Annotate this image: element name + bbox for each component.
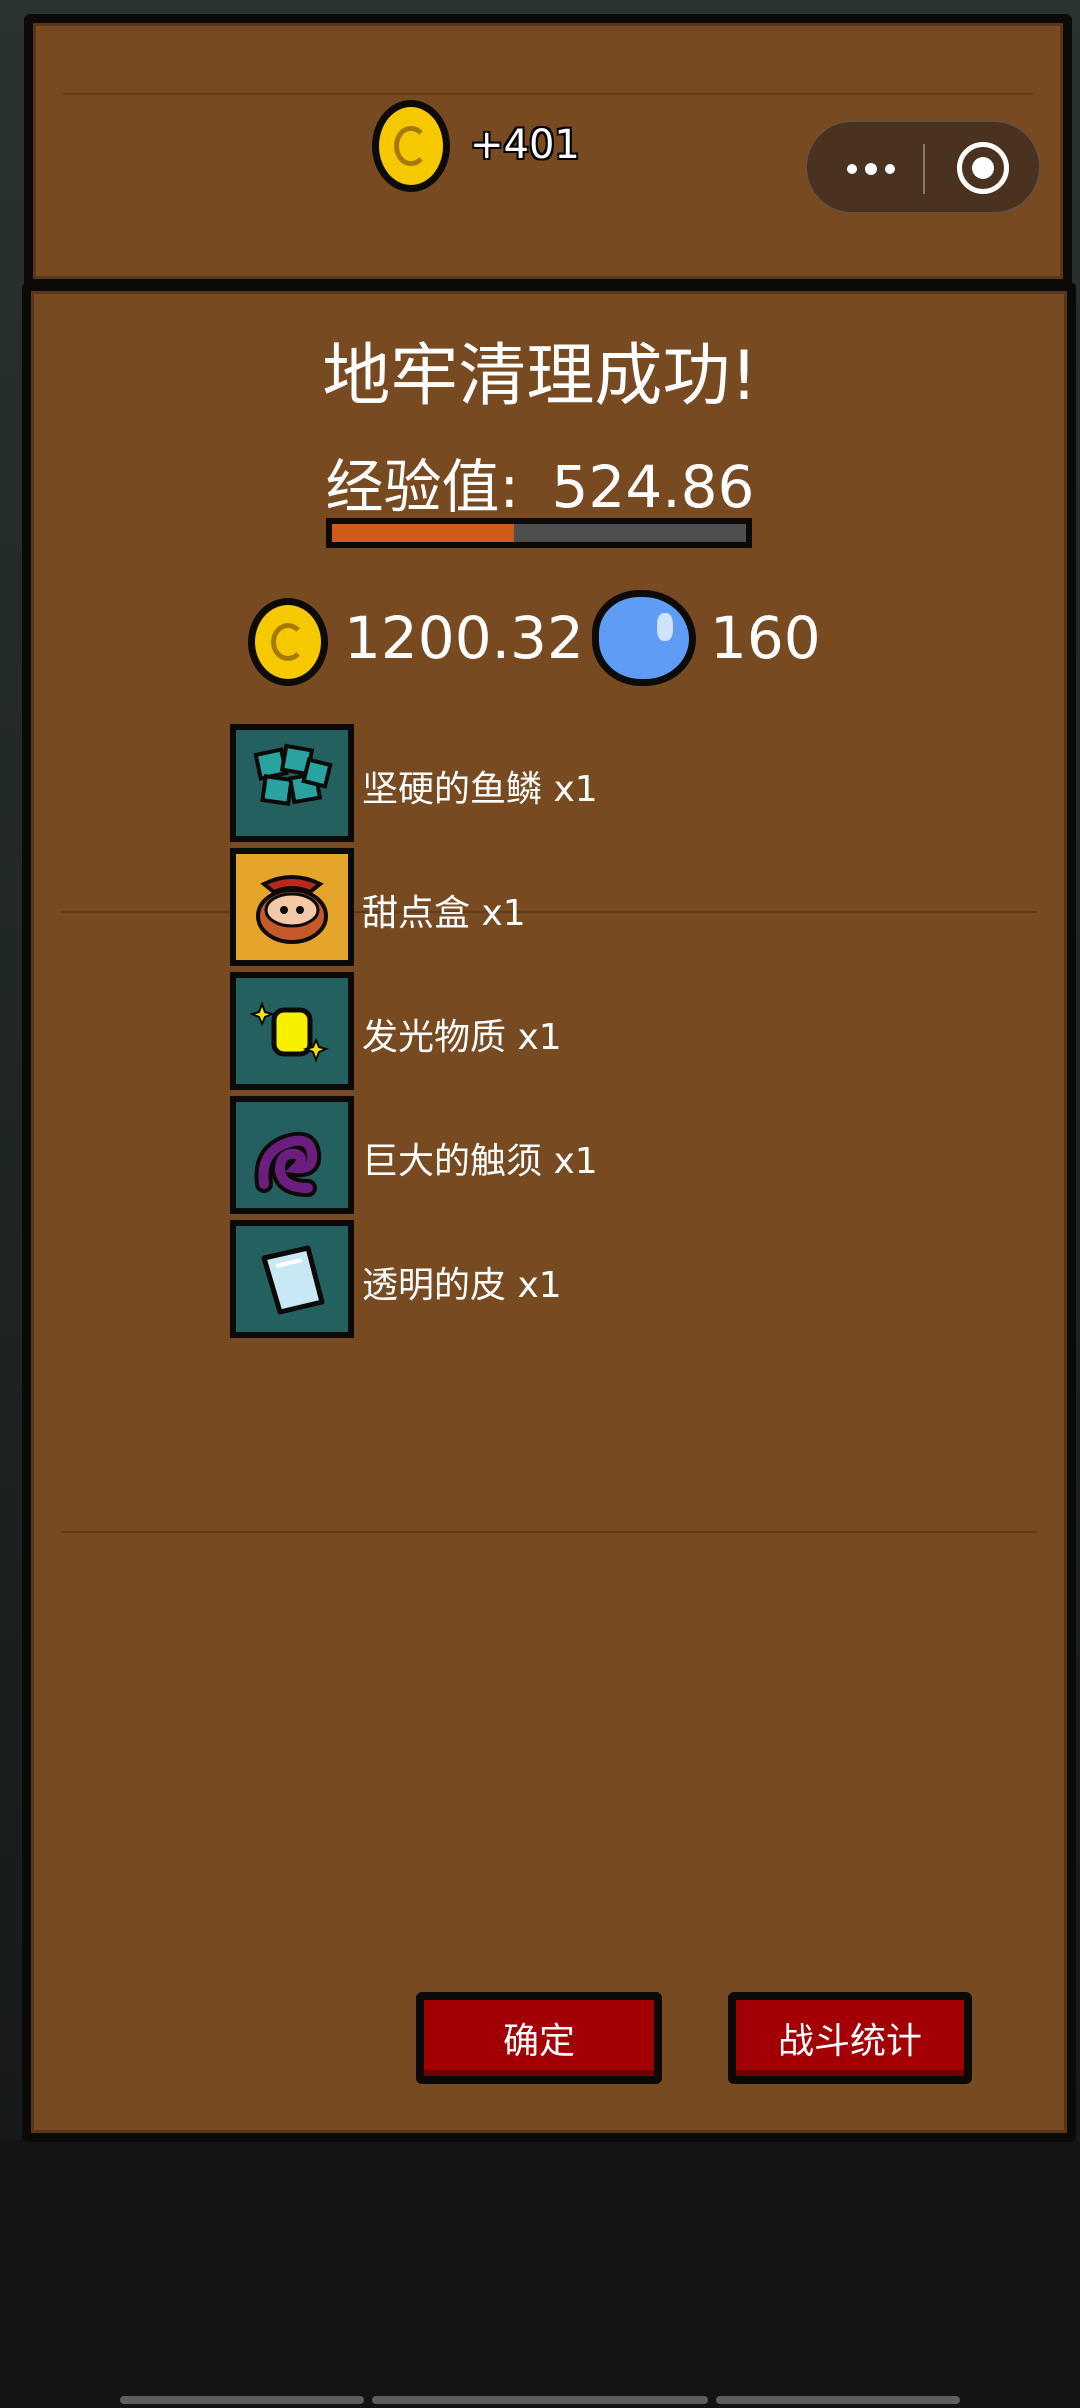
exp-progress-bar [326,518,752,548]
item-slot [230,724,354,842]
capsule-divider [923,144,925,194]
coin-icon [372,100,450,192]
reward-item[interactable]: 发光物质 x1 [230,972,830,1090]
exp-value: 524.86 [551,453,755,521]
reward-item[interactable]: 巨大的触须 x1 [230,1096,830,1214]
confirm-button[interactable]: 确定 [416,1992,662,2084]
gem-reward: 160 [710,604,821,672]
coin-icon [248,598,328,686]
plank-line [63,93,1033,95]
item-label: 甜点盒 x1 [362,893,526,934]
reward-item[interactable]: 甜点盒 x1 [230,848,830,966]
exp-row: 经验值: 524.86 [0,440,1080,524]
transparent-skin-icon [261,1245,325,1315]
miniprogram-capsule [805,120,1041,214]
home-indicator [372,2396,708,2404]
reward-item[interactable]: 坚硬的鱼鳞 x1 [230,724,830,842]
item-label: 透明的皮 x1 [362,1265,562,1306]
item-slot [230,1220,354,1338]
item-label: 坚硬的鱼鳞 x1 [362,769,598,810]
battle-stats-button[interactable]: 战斗统计 [728,1992,972,2084]
exp-label: 经验值: [325,453,520,521]
scale-icon [253,743,333,806]
reward-item[interactable]: 透明的皮 x1 [230,1220,830,1338]
more-menu-button[interactable] [837,148,917,188]
item-slot [230,972,354,1090]
result-title: 地牢清理成功! [322,337,758,416]
close-miniprogram-button[interactable] [957,142,1009,194]
item-slot [230,848,354,966]
gem-icon [592,590,696,686]
item-label: 巨大的触须 x1 [362,1141,598,1182]
item-label: 发光物质 x1 [362,1017,562,1058]
dessert-box-icon [256,875,328,944]
item-slot [230,1096,354,1214]
coin-delta: +401 [470,122,580,168]
glowing-matter-icon [250,1001,329,1063]
exp-progress-fill [332,524,515,542]
coin-reward: 1200.32 [344,604,584,672]
tentacle-icon [254,1131,322,1197]
home-indicator [120,2396,364,2404]
plank-line [61,1531,1037,1533]
home-indicator [716,2396,960,2404]
